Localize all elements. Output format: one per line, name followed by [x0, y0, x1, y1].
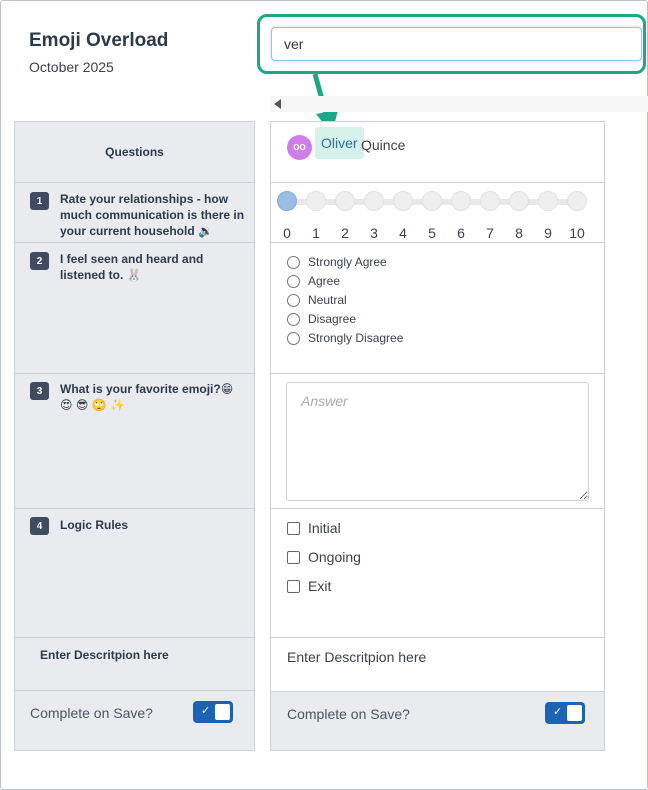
scale-option-dot[interactable] — [306, 191, 326, 211]
radio-option[interactable]: Strongly Agree — [287, 254, 387, 270]
avatar: OO — [287, 135, 312, 160]
scale-option-label: 7 — [486, 225, 494, 241]
radio-option[interactable]: Neutral — [287, 292, 347, 308]
scroll-left-icon[interactable] — [274, 99, 281, 109]
checkbox-option[interactable]: Exit — [287, 578, 331, 594]
question-number-badge: 1 — [30, 192, 49, 210]
question-number-badge: 4 — [30, 517, 49, 535]
radio-label: Neutral — [308, 293, 347, 307]
checkbox-label: Initial — [308, 520, 341, 536]
scale-option-label: 6 — [457, 225, 465, 241]
scale-option-label: 1 — [312, 225, 320, 241]
question-text: What is your favorite emoji?😁 😍 😎 🙄 ✨ — [60, 382, 234, 412]
respondent-column: OO Oliver Quince 0 1 2 3 4 5 6 7 8 9 10 Strongly A… — [270, 121, 605, 751]
scale-option-dot[interactable] — [422, 191, 442, 211]
scale-option-dot[interactable] — [393, 191, 413, 211]
scale-option-label: 10 — [569, 225, 585, 241]
radio-option[interactable]: Strongly Disagree — [287, 330, 403, 346]
question-text: Rate your relationships - how much commu… — [60, 192, 245, 238]
scale-option-dot[interactable] — [335, 191, 355, 211]
radio-button[interactable] — [287, 274, 300, 288]
checkbox-label: Ongoing — [308, 549, 361, 565]
scale-option-label: 4 — [399, 225, 407, 241]
respondent-first-name-highlight: Oliver — [315, 127, 364, 159]
checkbox-option[interactable]: Initial — [287, 520, 341, 536]
radio-label: Strongly Agree — [308, 255, 387, 269]
checkbox-label: Exit — [308, 578, 332, 594]
complete-on-save-label: Complete on Save? — [30, 705, 153, 721]
radio-option[interactable]: Disagree — [287, 311, 356, 327]
check-icon: ✓ — [553, 706, 563, 718]
checkbox[interactable] — [287, 579, 300, 593]
search-callout — [257, 14, 646, 74]
radio-button[interactable] — [287, 293, 300, 307]
check-icon: ✓ — [201, 705, 211, 717]
question-row: 1 Rate your relationships - how much com… — [15, 183, 254, 243]
page-title: Emoji Overload — [29, 30, 169, 51]
answer-complete-row: Complete on Save? ✓ — [271, 692, 604, 750]
question-text: I feel seen and heard and listened to. 🐰 — [60, 252, 204, 282]
radio-button[interactable] — [287, 255, 300, 269]
scale-answer-row: 0 1 2 3 4 5 6 7 8 9 10 — [271, 183, 604, 243]
scale-option-dot[interactable] — [538, 191, 558, 211]
answer-description[interactable]: Enter Descritpion here — [287, 649, 426, 665]
scale-option-label: 8 — [515, 225, 523, 241]
toggle-knob — [567, 705, 582, 721]
scale-option-dot[interactable] — [277, 191, 297, 211]
scale-option-label: 2 — [341, 225, 349, 241]
scale-option-dot[interactable] — [364, 191, 384, 211]
description-label: Enter Descritpion here — [40, 648, 169, 662]
radio-button[interactable] — [287, 312, 300, 326]
radio-button[interactable] — [287, 331, 300, 345]
checkbox-option[interactable]: Ongoing — [287, 549, 361, 565]
scale-option-label: 5 — [428, 225, 436, 241]
question-row: 4 Logic Rules — [15, 509, 254, 638]
questions-column: Questions 1 Rate your relationships - ho… — [14, 121, 255, 751]
scale-option-label: 3 — [370, 225, 378, 241]
respondent-header: OO Oliver Quince — [271, 122, 604, 183]
answer-textarea[interactable] — [286, 382, 589, 501]
radio-label: Agree — [308, 274, 341, 288]
complete-on-save-toggle[interactable]: ✓ — [193, 701, 233, 723]
horizontal-scrollbar[interactable] — [270, 96, 648, 112]
likert-answer-row: Strongly Agree Agree Neutral Disagree St… — [271, 243, 604, 374]
scale-option-dot[interactable] — [567, 191, 587, 211]
radio-option[interactable]: Agree — [287, 273, 340, 289]
description-row: Enter Descritpion here — [15, 638, 254, 691]
scale-option-label: 9 — [544, 225, 552, 241]
question-row: 3 What is your favorite emoji?😁 😍 😎 🙄 ✨ — [15, 374, 254, 509]
complete-on-save-label: Complete on Save? — [287, 706, 410, 722]
text-answer-row — [271, 374, 604, 509]
toggle-knob — [215, 704, 230, 720]
question-number-badge: 2 — [30, 252, 49, 270]
question-number-badge: 3 — [30, 382, 49, 400]
checkbox[interactable] — [287, 550, 300, 564]
questions-header: Questions — [15, 122, 254, 183]
complete-on-save-toggle[interactable]: ✓ — [545, 702, 585, 724]
answer-description-row: Enter Descritpion here — [271, 638, 604, 692]
radio-label: Strongly Disagree — [308, 331, 404, 345]
respondent-last-name: Quince — [361, 137, 406, 153]
radio-label: Disagree — [308, 312, 357, 326]
scale-option-dot[interactable] — [451, 191, 471, 211]
question-text: Logic Rules — [60, 518, 129, 532]
checkbox[interactable] — [287, 521, 300, 535]
scale-option-dot[interactable] — [480, 191, 500, 211]
page-subtitle: October 2025 — [29, 59, 114, 75]
search-input[interactable] — [271, 27, 642, 61]
question-row: 2 I feel seen and heard and listened to.… — [15, 243, 254, 374]
scale-option-label: 0 — [283, 225, 291, 241]
scale-option-dot[interactable] — [509, 191, 529, 211]
complete-row: Complete on Save? ✓ — [15, 691, 254, 750]
logic-answer-row: Initial Ongoing Exit — [271, 509, 604, 638]
